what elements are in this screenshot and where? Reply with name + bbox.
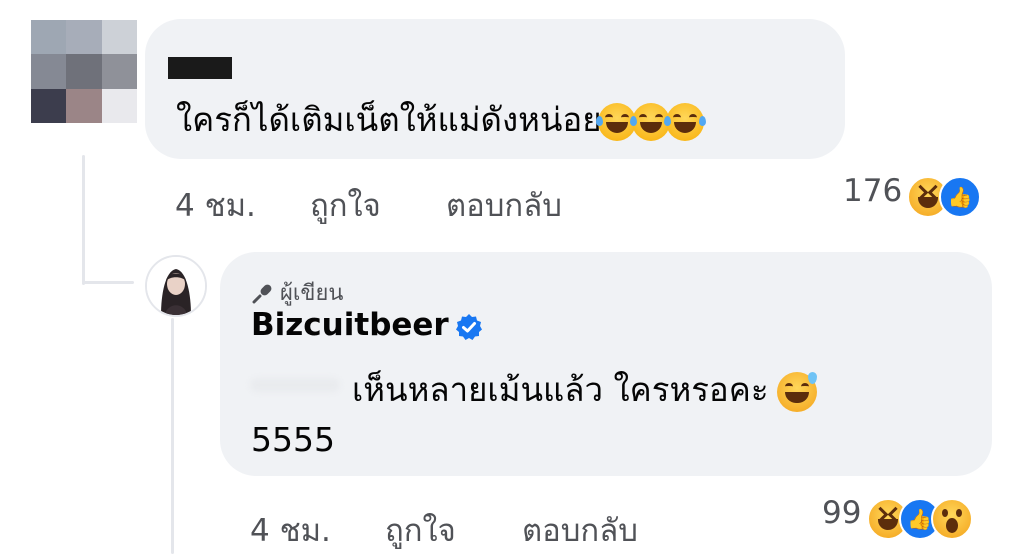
redacted-name <box>168 57 232 79</box>
reply-text-line: เห็นหลายเม้นแล้ว ใครหรอคะ <box>352 363 817 416</box>
author-avatar-image <box>147 257 205 315</box>
thread-connector <box>82 281 134 284</box>
like-button[interactable]: ถูกใจ <box>310 180 381 230</box>
comment-text: ใครก็ได้เติมเน็ตให้แม่ดังหน่อย <box>176 93 706 146</box>
thread-line <box>171 318 174 554</box>
grinning-sweat-icon <box>776 371 817 412</box>
author-badge: ผู้เขียน <box>251 275 343 310</box>
wow-reaction-icon <box>930 497 973 540</box>
author-name[interactable]: Bizcuitbeer <box>251 307 483 343</box>
author-badge-label: ผู้เขียน <box>280 281 344 306</box>
reply-button[interactable]: ตอบกลับ <box>446 180 562 230</box>
reply-body: เห็นหลายเม้นแล้ว ใครหรอคะ <box>352 370 769 409</box>
reply-text-line: 5555 <box>251 420 335 459</box>
rolling-laughing-icon <box>663 102 706 141</box>
like-reaction-icon: 👍 <box>939 175 982 218</box>
avatar-pixel <box>31 88 67 123</box>
verified-badge-icon <box>455 313 482 340</box>
reaction-summary[interactable]: 99 👍 <box>822 495 973 540</box>
reply-timestamp[interactable]: 4 ชม. <box>250 505 331 555</box>
microphone-icon <box>252 284 272 304</box>
avatar-pixel <box>31 20 67 55</box>
reply-button[interactable]: ตอบกลับ <box>522 505 638 555</box>
avatar-pixel <box>101 20 137 55</box>
comment-timestamp[interactable]: 4 ชม. <box>175 180 256 230</box>
like-button[interactable]: ถูกใจ <box>385 505 456 555</box>
reaction-count: 176 <box>843 173 903 209</box>
thread-line <box>82 155 85 285</box>
avatar-pixel <box>101 88 137 123</box>
avatar-pixel <box>66 20 102 55</box>
reaction-summary[interactable]: 176 👍 <box>843 173 982 218</box>
author-name-text: Bizcuitbeer <box>251 307 449 343</box>
reaction-count: 99 <box>822 495 862 531</box>
blurred-mention <box>250 378 340 392</box>
avatar-pixel <box>101 54 137 89</box>
avatar-pixel <box>66 54 102 89</box>
author-avatar[interactable] <box>145 255 207 317</box>
comment-body: ใครก็ได้เติมเน็ตให้แม่ดังหน่อย <box>176 100 602 139</box>
commenter-avatar[interactable] <box>31 20 137 123</box>
avatar-pixel <box>31 54 67 89</box>
avatar-pixel <box>66 88 102 123</box>
